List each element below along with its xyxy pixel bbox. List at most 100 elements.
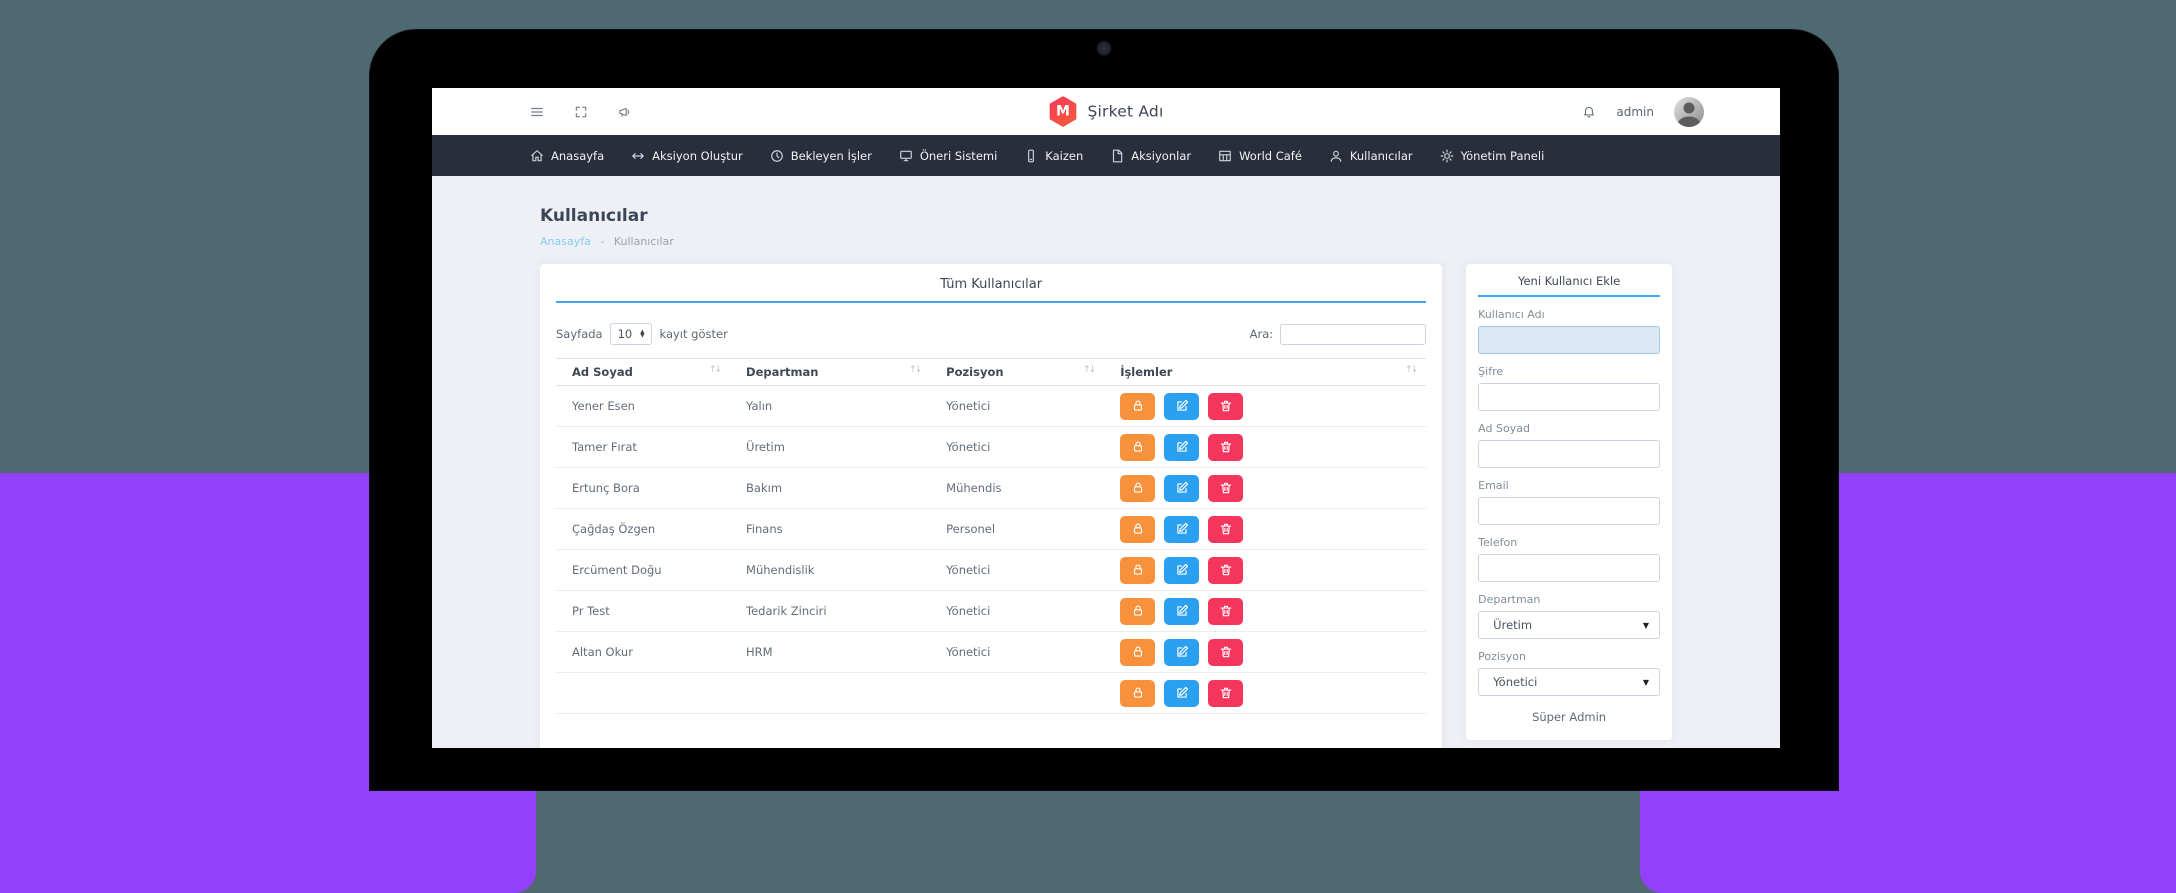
nav-item-file[interactable]: Aksiyonlar [1110, 149, 1191, 163]
avatar[interactable] [1674, 96, 1704, 127]
nav-item-home[interactable]: Anasayfa [530, 149, 604, 163]
lock-icon [1131, 522, 1145, 536]
header-left-icons [530, 105, 632, 119]
column-header[interactable]: İşlemler ↑↓ [1104, 358, 1427, 386]
file-icon [1110, 149, 1124, 163]
lock-user-button[interactable] [1120, 597, 1156, 625]
form-field: Kullanıcı Adı [1478, 308, 1660, 354]
lock-icon [1131, 645, 1145, 659]
field-input[interactable] [1478, 554, 1660, 582]
column-header[interactable]: Pozisyon ↑↓ [930, 358, 1105, 386]
field-input[interactable] [1478, 497, 1660, 525]
delete-user-button[interactable] [1208, 515, 1244, 543]
webcam-dot [1096, 41, 1112, 56]
field-label: Telefon [1478, 536, 1518, 549]
edit-user-button[interactable] [1164, 433, 1200, 461]
lock-user-button[interactable] [1120, 474, 1156, 502]
cell-position: Mühendis [930, 467, 1105, 509]
field-input[interactable] [1478, 440, 1660, 468]
nav-item-label: Aksiyonlar [1131, 148, 1192, 163]
nav-item-clock[interactable]: Bekleyen İşler [770, 149, 872, 163]
gear-icon [1440, 149, 1454, 163]
arrows-icon [631, 149, 645, 163]
cell-position: Yönetici [930, 590, 1105, 632]
table-row: Çağdaş Özgen Finans Personel [556, 508, 1427, 550]
delete-user-button[interactable] [1208, 597, 1244, 625]
field-input[interactable] [1478, 383, 1660, 411]
column-label: Pozisyon [946, 365, 1004, 379]
username-label[interactable]: admin [1616, 105, 1654, 119]
edit-user-button[interactable] [1164, 638, 1200, 666]
field-label: Email [1478, 479, 1509, 492]
field-input[interactable] [1478, 326, 1660, 354]
delete-user-button[interactable] [1208, 474, 1244, 502]
edit-user-button[interactable] [1164, 679, 1200, 707]
nav-item-label: Anasayfa [551, 148, 605, 163]
column-label: İşlemler [1120, 365, 1173, 379]
cell-department: Üretim [730, 426, 931, 468]
nav-item-monitor[interactable]: Öneri Sistemi [899, 149, 997, 163]
megaphone-icon[interactable] [618, 105, 632, 119]
bell-icon[interactable] [1582, 105, 1596, 119]
monitor-icon [899, 149, 913, 163]
lock-user-button[interactable] [1120, 433, 1156, 461]
cell-department: HRM [730, 631, 931, 673]
field-select[interactable]: Yönetici ▼ [1478, 668, 1660, 696]
cell-actions [1104, 631, 1427, 673]
delete-user-button[interactable] [1208, 638, 1244, 666]
lock-user-button[interactable] [1120, 515, 1156, 543]
search-input[interactable] [1280, 323, 1427, 345]
cell-position: Personel [930, 508, 1105, 550]
edit-user-button[interactable] [1164, 597, 1200, 625]
app-header: M Şirket Adı admin [432, 88, 1780, 135]
brand[interactable]: M Şirket Adı [1049, 96, 1164, 127]
sort-icon[interactable]: ↑↓ [709, 365, 722, 375]
field-select[interactable]: Üretim ▼ [1478, 611, 1660, 639]
edit-icon [1175, 481, 1189, 495]
cell-actions [1104, 426, 1427, 468]
cell-name: Tamer Fırat [556, 426, 731, 468]
app-screen: M Şirket Adı admin Anasayfa Aksiyon Oluşt… [432, 88, 1780, 748]
fullscreen-icon[interactable] [574, 105, 588, 119]
sort-icon[interactable]: ↑↓ [1405, 365, 1418, 375]
user-icon [1329, 149, 1343, 163]
edit-user-button[interactable] [1164, 474, 1200, 502]
edit-icon [1175, 399, 1189, 413]
breadcrumb-home-link[interactable]: Anasayfa [540, 235, 591, 248]
select-value: Yönetici [1493, 675, 1538, 689]
lock-icon [1131, 440, 1145, 454]
delete-user-button[interactable] [1208, 392, 1244, 420]
breadcrumb: Anasayfa - Kullanıcılar [540, 235, 1672, 248]
menu-icon[interactable] [530, 105, 544, 119]
column-header[interactable]: Ad Soyad ↑↓ [556, 358, 731, 386]
page-size-select[interactable]: 10 ▲ ▼ [609, 323, 653, 345]
lock-user-button[interactable] [1120, 638, 1156, 666]
column-label: Ad Soyad [572, 365, 633, 379]
cell-department [730, 672, 931, 714]
delete-user-button[interactable] [1208, 433, 1244, 461]
cell-actions [1104, 385, 1427, 427]
delete-user-button[interactable] [1208, 679, 1244, 707]
cell-department: Finans [730, 508, 931, 550]
users-card: Tüm Kullanıcılar Sayfada 10 ▲ ▼ kayıt gös… [540, 264, 1443, 748]
sort-icon[interactable]: ↑↓ [1083, 365, 1096, 375]
lock-user-button[interactable] [1120, 392, 1156, 420]
nav-item-table[interactable]: World Café [1218, 149, 1302, 163]
edit-user-button[interactable] [1164, 556, 1200, 584]
edit-user-button[interactable] [1164, 515, 1200, 543]
cell-name: Ertunç Bora [556, 467, 731, 509]
cell-position: Yönetici [930, 549, 1105, 591]
edit-user-button[interactable] [1164, 392, 1200, 420]
nav-item-phone[interactable]: Kaizen [1024, 149, 1083, 163]
nav-item-label: World Café [1239, 148, 1302, 163]
delete-user-button[interactable] [1208, 556, 1244, 584]
lock-user-button[interactable] [1120, 679, 1156, 707]
nav-item-gear[interactable]: Yönetim Paneli [1440, 149, 1544, 163]
header-right: admin [1582, 96, 1704, 127]
nav-item-user[interactable]: Kullanıcılar [1329, 149, 1413, 163]
form-field: Ad Soyad [1478, 422, 1660, 468]
lock-user-button[interactable] [1120, 556, 1156, 584]
column-header[interactable]: Departman ↑↓ [730, 358, 931, 386]
nav-item-arrows[interactable]: Aksiyon Oluştur [631, 149, 743, 163]
sort-icon[interactable]: ↑↓ [909, 365, 922, 375]
